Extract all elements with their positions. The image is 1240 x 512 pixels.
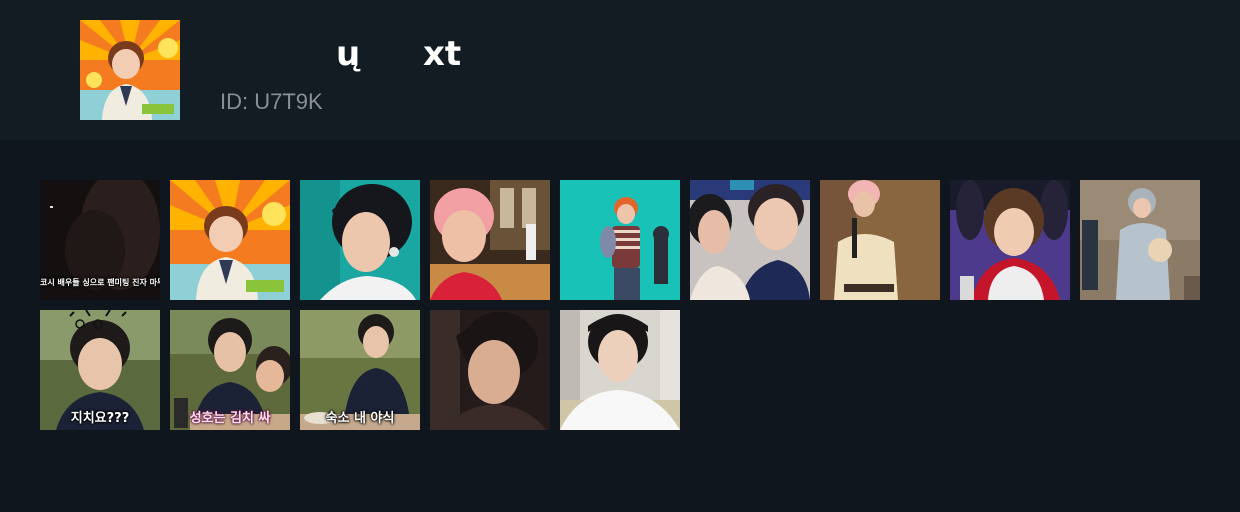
media-thumbnail[interactable] (820, 180, 940, 300)
media-thumbnail[interactable]: 지치요??? (40, 310, 160, 430)
media-thumbnail[interactable] (170, 180, 290, 300)
media-thumbnail[interactable] (950, 180, 1070, 300)
media-caption: 숙소 내 야식 (325, 411, 395, 426)
media-thumbnail[interactable] (560, 180, 680, 300)
media-thumbnail[interactable]: 코시 배우들 싱으로 팬미팅 진자 마무 (40, 180, 160, 300)
media-grid: 코시 배우들 싱으로 팬미팅 진자 마무 지치요??? 성호는 김치 싸 숙소 … (40, 180, 1200, 430)
profile-header: ų xt ID: U7T9K (0, 0, 1240, 140)
profile-name-part-1: ų (336, 34, 361, 74)
media-caption: 코시 배우들 싱으로 팬미팅 진자 마무 (40, 278, 160, 287)
media-caption: 지치요??? (70, 411, 130, 426)
profile-name-part-2: xt (423, 34, 462, 74)
media-thumbnail[interactable] (430, 180, 550, 300)
media-thumbnail[interactable]: 성호는 김치 싸 (170, 310, 290, 430)
media-thumbnail[interactable]: 숙소 내 야식 (300, 310, 420, 430)
media-caption: 성호는 김치 싸 (189, 411, 271, 426)
media-thumbnail[interactable] (690, 180, 810, 300)
profile-id: ID: U7T9K (220, 89, 323, 114)
media-thumbnail[interactable] (1080, 180, 1200, 300)
media-thumbnail[interactable] (430, 310, 550, 430)
media-thumbnail[interactable] (300, 180, 420, 300)
media-thumbnail[interactable] (560, 310, 680, 430)
profile-avatar[interactable] (80, 20, 180, 120)
